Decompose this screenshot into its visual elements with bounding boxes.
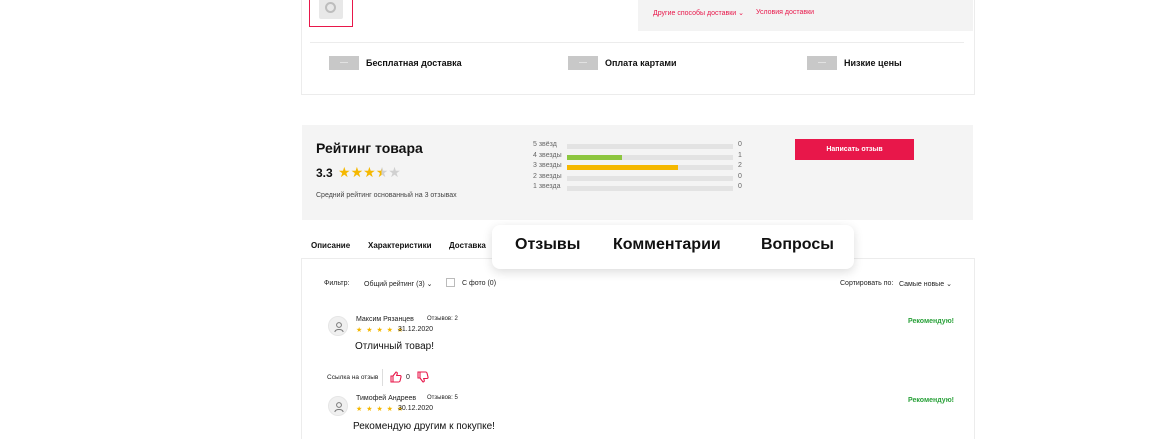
chevron-down-icon: ⌄ (426, 281, 433, 288)
free-delivery-icon (329, 56, 359, 70)
rating-row-label: 3 звезды (533, 162, 562, 169)
rating-row-5: 5 звёзд 0 (533, 141, 753, 151)
feature-low-prices: Низкие цены (844, 58, 902, 68)
user-icon (334, 322, 344, 333)
divider (310, 42, 964, 43)
rating-bar-track (567, 186, 733, 191)
rating-subtitle: Средний рейтинг основанный на 3 отзывах (316, 192, 457, 199)
card-payment-icon (568, 56, 598, 70)
avatar (328, 396, 348, 416)
rating-row-count: 2 (738, 162, 742, 169)
rating-bar-track (567, 165, 733, 170)
likes-count: 0 (406, 374, 410, 381)
rating-row-3: 3 звезды 2 (533, 162, 753, 172)
reviewer-review-count: Отзывов: 5 (427, 395, 458, 401)
review-text: Отличный товар! (355, 341, 434, 352)
rating-row-label: 1 звезда (533, 183, 561, 190)
rating-row-4: 4 звезды 1 (533, 152, 753, 162)
tab-delivery[interactable]: Доставка (449, 241, 486, 250)
rating-row-label: 4 звезды (533, 151, 562, 159)
chevron-down-icon: ⌄ (946, 281, 952, 288)
rating-row-label: 2 звезды (533, 172, 562, 180)
rating-row-count: 0 (738, 141, 742, 148)
tab-description[interactable]: Описание (311, 241, 350, 250)
rating-row-count: 1 (738, 151, 742, 159)
review-date: 31.12.2020 (398, 326, 434, 333)
review-stars: ★ ★ ★ ★ ★ (356, 327, 405, 334)
star-icon: ★ (350, 164, 364, 180)
chevron-down-icon: ⌄ (738, 10, 745, 17)
rating-row-2: 2 звезды 0 (533, 173, 753, 183)
photo-checkbox[interactable] (446, 278, 455, 287)
empty-star-icon: ★ (388, 164, 401, 180)
avatar (328, 316, 348, 336)
sort-label: Сортировать по: (840, 280, 894, 287)
rating-stars: ★★★★★ (338, 164, 401, 181)
review-text: Рекомендую другим к покупке! (353, 421, 495, 432)
rating-title: Рейтинг товара (316, 140, 423, 156)
star-icon: ★ (363, 164, 376, 180)
review-stars: ★ ★ ★ ★ ★ (356, 406, 405, 413)
review-date: 30.12.2020 (398, 405, 434, 412)
washing-machine-image (319, 0, 343, 19)
recommend-badge: Рекомендую! (908, 318, 955, 325)
reviewer-name: Максим Рязанцев (356, 316, 414, 323)
feature-free-delivery: Бесплатная доставка (366, 58, 462, 68)
product-thumbnail[interactable] (309, 0, 353, 27)
tab-comments[interactable]: Комментарии (613, 236, 721, 254)
feature-card-payment: Оплата картами (605, 58, 677, 68)
star-icon: ★ (338, 164, 351, 180)
delivery-conditions-link[interactable]: Условия доставки (756, 9, 814, 16)
tab-questions[interactable]: Вопросы (761, 236, 834, 254)
recommend-badge: Рекомендую! (908, 397, 955, 404)
write-review-button[interactable]: Написать отзыв (795, 139, 914, 160)
rating-row-count: 0 (738, 183, 742, 190)
tab-characteristics[interactable]: Характеристики (368, 241, 432, 250)
rating-filter-select[interactable]: Общий рейтинг (3) ⌄ (364, 280, 433, 288)
tab-reviews[interactable]: Отзывы (515, 236, 580, 254)
rating-bar-track (567, 144, 733, 149)
thumbs-up-icon[interactable] (390, 370, 402, 388)
other-delivery-link[interactable]: Другие способы доставки ⌄ (653, 9, 744, 17)
rating-row-1: 1 звезда 0 (533, 183, 753, 193)
rating-bar-track (567, 175, 733, 181)
rating-bar-track (567, 154, 733, 160)
half-star-icon: ★ (375, 164, 389, 180)
rating-row-count: 0 (738, 172, 742, 180)
review-link[interactable]: Ссылка на отзыв (327, 374, 378, 381)
divider (382, 369, 383, 386)
reviewer-review-count: Отзывов: 2 (427, 316, 458, 322)
reviewer-name: Тимофей Андреев (356, 395, 417, 402)
filter-label: Фильтр: (324, 280, 350, 287)
rating-bar-fill (567, 165, 679, 170)
rating-row-label: 5 звёзд (533, 141, 557, 148)
user-icon (334, 402, 344, 413)
thumbs-down-icon[interactable] (417, 370, 429, 388)
sort-select[interactable]: Самые новые ⌄ (899, 280, 952, 288)
rating-bar-fill (567, 154, 622, 160)
low-prices-icon (807, 56, 837, 70)
rating-average: 3.3 (316, 166, 333, 180)
photo-checkbox-label: С фото (0) (462, 280, 497, 287)
